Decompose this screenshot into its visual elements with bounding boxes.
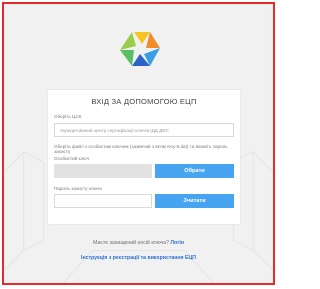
instructions-line: Інструкція з реєстрації та використання …	[4, 255, 273, 261]
ca-select[interactable]: Акредитований центр сертифікації ключів …	[54, 123, 234, 137]
password-input[interactable]	[54, 194, 152, 208]
private-key-field[interactable]	[54, 164, 152, 178]
read-key-button[interactable]: Зчитати	[155, 194, 234, 208]
password-label: Пароль захисту ключа	[54, 186, 102, 191]
login-link[interactable]: Логін	[170, 240, 184, 246]
protected-media-text: Маєте захищений носій ключа?	[93, 240, 169, 246]
card-title: ВХІД ЗА ДОПОМОГОЮ ЕЦП	[91, 97, 197, 106]
login-card: ВХІД ЗА ДОПОМОГОЮ ЕЦП Оберіть ЦСК Акреди…	[48, 90, 240, 224]
file-instructions: Оберіть файл з особистим ключем (зазвича…	[54, 144, 228, 155]
logo-icon	[120, 32, 160, 66]
ca-label: Оберіть ЦСК	[54, 114, 82, 119]
select-key-button[interactable]: Обрати	[155, 164, 234, 178]
page-frame: ВХІД ЗА ДОПОМОГОЮ ЕЦП Оберіть ЦСК Акреди…	[2, 2, 275, 285]
private-key-label: Особистий ключ	[54, 156, 89, 161]
instructions-link[interactable]: Інструкція з реєстрації та використання …	[81, 255, 196, 261]
protected-media-line: Маєте захищений носій ключа? Логін	[4, 240, 273, 246]
